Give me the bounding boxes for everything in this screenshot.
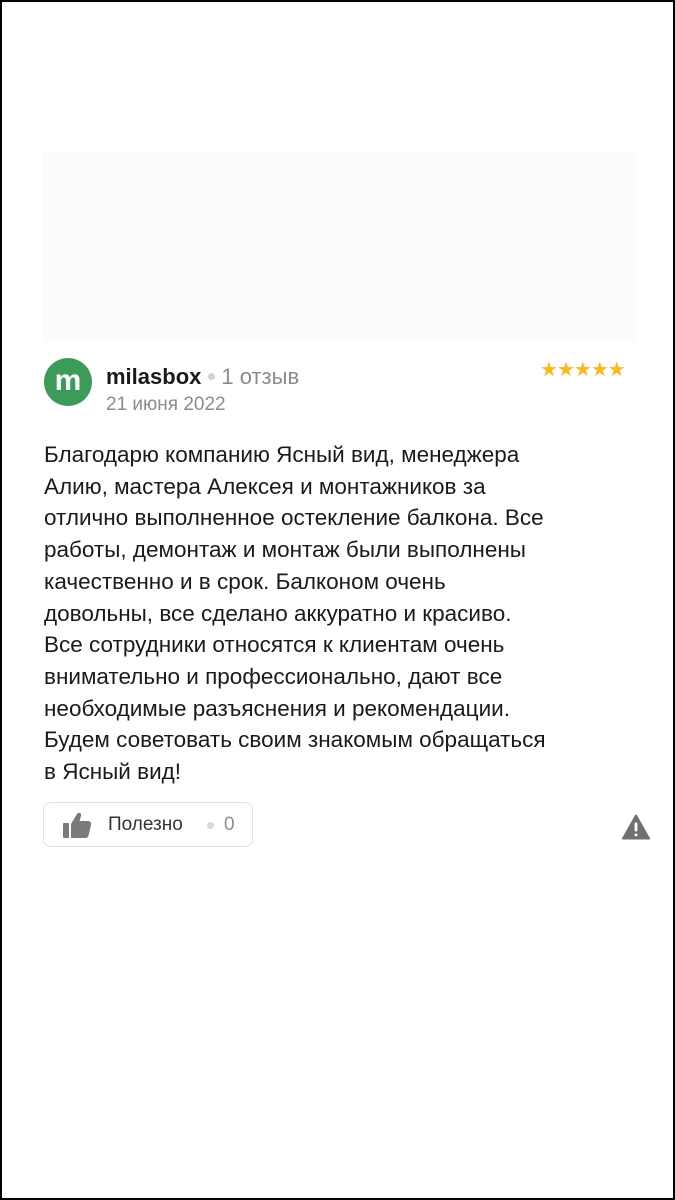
review-text-line: работы, демонтаж и монтаж были выполнены bbox=[44, 537, 526, 563]
review-text-line: внимательно и профессионально, дают все bbox=[44, 663, 503, 689]
review-text-line: Будем советовать своим знакомым обращать… bbox=[44, 727, 546, 753]
star-icon: ★ bbox=[590, 359, 609, 381]
star-icon: ★ bbox=[607, 359, 626, 381]
author-line: milasbox 1 отзыв bbox=[106, 363, 299, 391]
review-text-line: необходимые разъяснения и рекомендации. bbox=[44, 695, 510, 721]
star-icon: ★ bbox=[556, 359, 575, 381]
avatar[interactable]: m bbox=[44, 358, 92, 406]
helpful-count: 0 bbox=[224, 814, 235, 835]
separator-dot bbox=[207, 822, 214, 829]
review-text-line: отлично выполненное остекление балкона. … bbox=[44, 505, 544, 531]
helpful-button[interactable]: Полезно 0 bbox=[43, 802, 253, 847]
review-text-line: Алию, мастера Алексея и монтажников за bbox=[44, 473, 486, 499]
author-name[interactable]: milasbox bbox=[106, 364, 201, 389]
review-text-line: Все сотрудники относятся к клиентам очен… bbox=[44, 632, 505, 658]
avatar-letter: m bbox=[54, 364, 82, 397]
review-text-line: качественно и в срок. Балконом очень bbox=[44, 568, 446, 594]
star-icon: ★ bbox=[573, 359, 592, 381]
review-text-line: довольны, все сделано аккуратно и красив… bbox=[44, 600, 512, 626]
helpful-label: Полезно bbox=[108, 814, 183, 835]
review-text: Благодарю компанию Ясный вид, менеджера … bbox=[44, 439, 649, 788]
review-text-line: Благодарю компанию Ясный вид, менеджера bbox=[44, 442, 520, 467]
separator-dot bbox=[208, 372, 216, 380]
rating-stars: ★★★★★ bbox=[540, 358, 626, 382]
review-date: 21 июня 2022 bbox=[106, 394, 226, 415]
warning-icon[interactable] bbox=[622, 814, 650, 840]
review-text-line: в Ясный вид! bbox=[44, 759, 182, 785]
screenshot-frame: m milasbox 1 отзыв 21 июня 2022 ★★★★★ Бла… bbox=[0, 0, 675, 1200]
star-icon: ★ bbox=[540, 359, 558, 381]
thumbs-up-icon bbox=[63, 812, 92, 838]
blank-background-area bbox=[42, 152, 637, 342]
author-review-count: 1 отзыв bbox=[221, 364, 300, 389]
